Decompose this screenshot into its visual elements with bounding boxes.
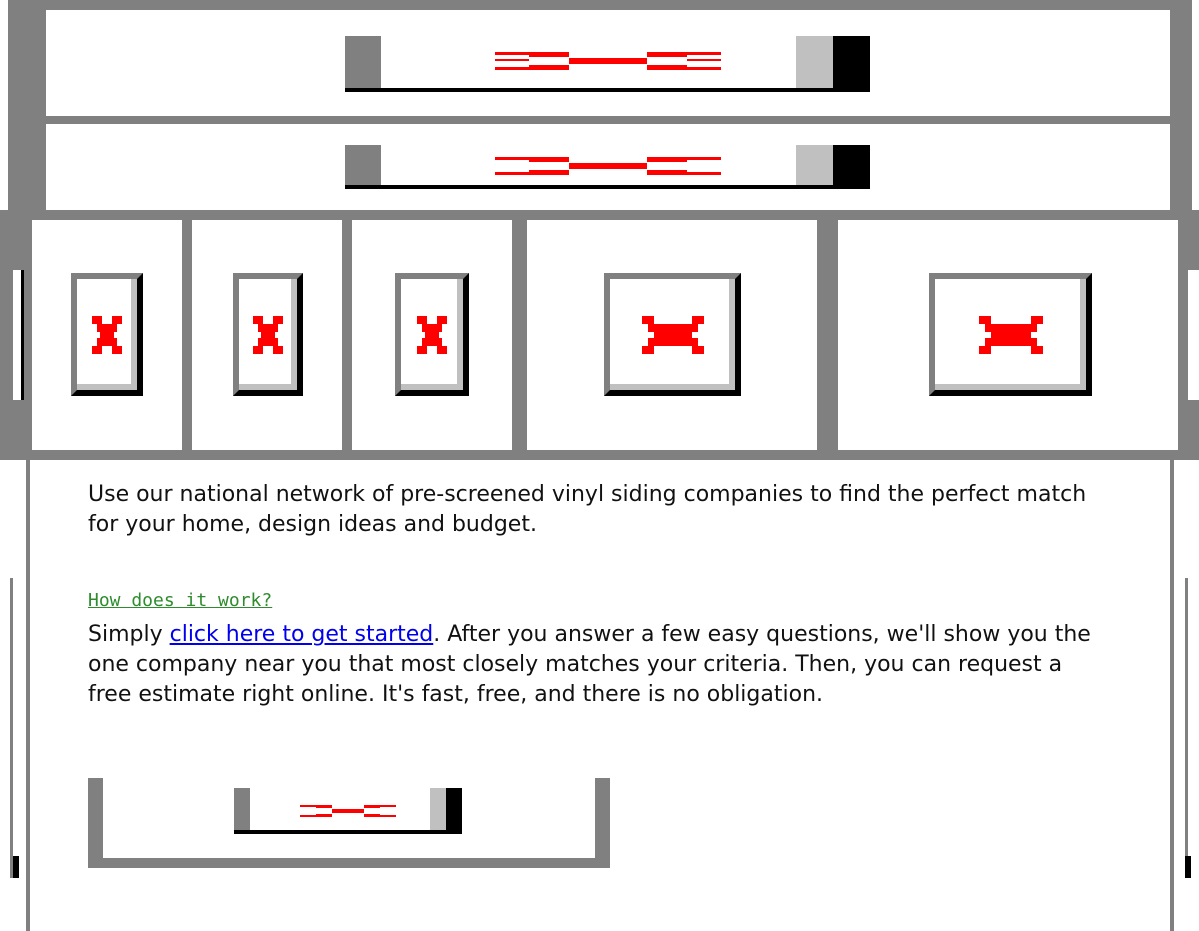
nav-tile-2-image[interactable]	[233, 273, 303, 396]
how-text-before: Simply	[88, 622, 170, 647]
broken-image-icon	[300, 805, 396, 817]
top-banner-image-2	[345, 145, 870, 189]
nav-tile-5-image[interactable]	[929, 273, 1092, 396]
top-banner-image-1	[345, 36, 870, 92]
left-edge-image-2	[10, 578, 24, 878]
broken-image-icon	[495, 52, 721, 70]
nav-tile-3-image[interactable]	[395, 273, 469, 396]
nav-tile-1-image[interactable]	[71, 273, 143, 396]
broken-image-icon	[417, 315, 447, 354]
right-edge-image-2	[1185, 578, 1199, 878]
broken-image-icon	[495, 157, 721, 175]
cta-banner[interactable]	[88, 778, 610, 868]
broken-image-icon	[92, 315, 122, 354]
nav-tile-4-image[interactable]	[604, 273, 741, 396]
how-it-works-text: Simply click here to get started. After …	[88, 620, 1108, 710]
intro-text: Use our national network of pre-screened…	[88, 482, 1087, 537]
broken-image-icon	[978, 315, 1043, 354]
left-edge-image	[10, 270, 24, 400]
right-edge-image	[1185, 270, 1199, 400]
broken-image-icon	[253, 315, 283, 354]
content-right-border	[1170, 460, 1174, 931]
content-left-border	[26, 460, 30, 931]
broken-image-icon	[641, 315, 704, 354]
get-started-link[interactable]: click here to get started	[170, 622, 434, 647]
how-it-works-heading[interactable]: How does it work?	[88, 590, 272, 611]
